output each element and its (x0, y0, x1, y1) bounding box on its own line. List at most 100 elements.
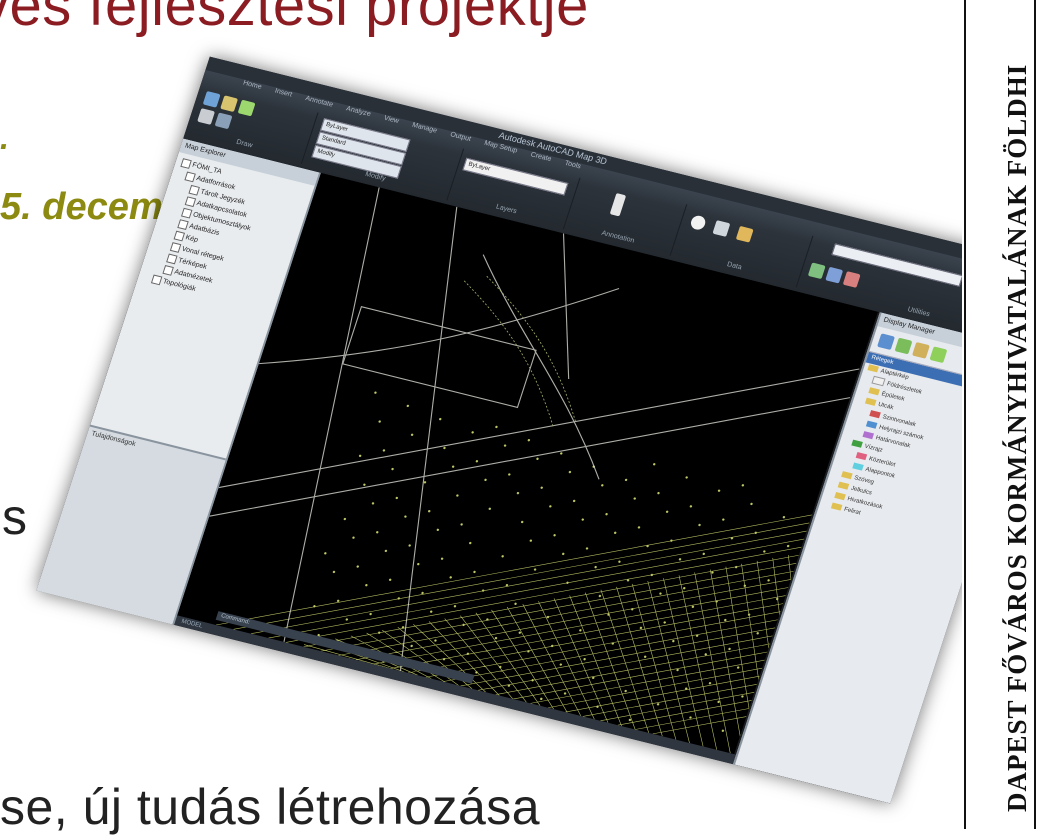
point-feature (384, 549, 388, 553)
point-feature (717, 489, 721, 492)
point-feature (518, 631, 522, 634)
info-icon[interactable] (689, 214, 708, 232)
point-feature (397, 597, 401, 600)
layer-swatch (869, 410, 881, 419)
point-feature (717, 700, 720, 704)
point-feature (503, 444, 507, 447)
point-feature (531, 679, 534, 682)
point-feature (659, 592, 662, 595)
ribbon-tab-view[interactable]: View (381, 115, 400, 130)
point-feature (382, 449, 386, 452)
point-feature (343, 517, 347, 521)
point-feature (683, 586, 686, 590)
file-icon (177, 218, 189, 230)
topology-icon (151, 274, 163, 285)
point-feature (605, 513, 608, 516)
measure-icon[interactable] (842, 271, 861, 288)
point-feature (516, 491, 520, 495)
point-feature (583, 658, 586, 661)
point-feature (475, 460, 479, 463)
point-feature (332, 570, 336, 574)
point-feature (553, 534, 556, 537)
attach-icon[interactable] (735, 225, 754, 243)
point-feature (363, 483, 366, 486)
point-feature (508, 473, 511, 476)
line-tool-icon[interactable] (202, 90, 221, 108)
point-feature (313, 605, 316, 608)
point-feature (527, 650, 530, 653)
layer-swatch (855, 452, 868, 461)
point-feature (486, 618, 489, 621)
point-feature (410, 644, 413, 648)
point-feature (406, 404, 410, 408)
circle-tool-icon[interactable] (237, 99, 256, 117)
point-feature (747, 613, 751, 616)
point-feature (324, 552, 327, 555)
data-icon[interactable] (929, 346, 948, 364)
point-feature (365, 584, 368, 587)
point-feature (689, 716, 692, 719)
slide-title: ves fejlesztési projektje (0, 0, 589, 38)
point-feature (481, 589, 485, 592)
point-feature (721, 729, 725, 732)
point-feature (449, 576, 452, 579)
arrow-down-icon[interactable] (609, 193, 627, 217)
point-feature (423, 481, 427, 484)
point-feature (427, 510, 431, 513)
point-feature (782, 515, 786, 519)
map-icon (166, 253, 178, 264)
style-icon[interactable] (894, 337, 913, 355)
point-feature (436, 528, 440, 532)
point-feature (566, 581, 569, 584)
point-feature (429, 610, 433, 613)
side-vertical-text: DAPEST FŐVÁROS KORMÁNYHIVATALÁNAK FÖLDHI (1002, 63, 1032, 812)
point-feature (631, 608, 634, 611)
polyline-tool-icon[interactable] (220, 95, 239, 113)
query-icon[interactable] (712, 220, 731, 237)
point-feature (702, 552, 706, 556)
point-feature (704, 653, 707, 656)
point-feature (388, 578, 392, 581)
new-layer-icon[interactable] (877, 333, 895, 351)
arc-tool-icon[interactable] (197, 108, 216, 125)
layer-swatch (867, 364, 879, 373)
point-feature (520, 520, 524, 524)
point-feature (505, 584, 509, 587)
point-feature (670, 539, 673, 542)
point-feature (637, 526, 641, 529)
point-feature (410, 433, 414, 436)
pan-icon[interactable] (825, 266, 844, 284)
point-feature (345, 618, 349, 621)
point-feature (533, 568, 537, 571)
point-feature (730, 537, 734, 540)
point-feature (471, 431, 474, 434)
point-feature (754, 531, 757, 535)
point-feature (767, 579, 770, 582)
point-feature (592, 676, 595, 680)
point-feature (494, 636, 498, 640)
point-feature (514, 602, 517, 606)
layer-swatch (834, 492, 846, 501)
point-feature (643, 655, 647, 658)
point-feature (665, 510, 669, 513)
zoom-icon[interactable] (807, 262, 826, 280)
rectangle-tool-icon[interactable] (214, 112, 233, 130)
point-feature (676, 668, 679, 672)
point-feature (466, 652, 470, 655)
point-feature (656, 703, 660, 706)
layer-swatch (840, 471, 853, 480)
point-feature (563, 692, 567, 695)
point-feature (722, 518, 725, 521)
table-icon[interactable] (911, 342, 930, 359)
view-icon (162, 264, 175, 276)
point-feature (391, 467, 394, 471)
ribbon-tab-tools[interactable]: Tools (562, 160, 582, 175)
point-feature (401, 626, 405, 629)
layer-swatch (852, 462, 864, 472)
point-feature (369, 612, 372, 616)
point-feature (408, 544, 411, 547)
layer-swatch (851, 440, 863, 449)
point-feature (639, 626, 643, 630)
point-feature (786, 544, 790, 548)
point-feature (711, 571, 714, 574)
